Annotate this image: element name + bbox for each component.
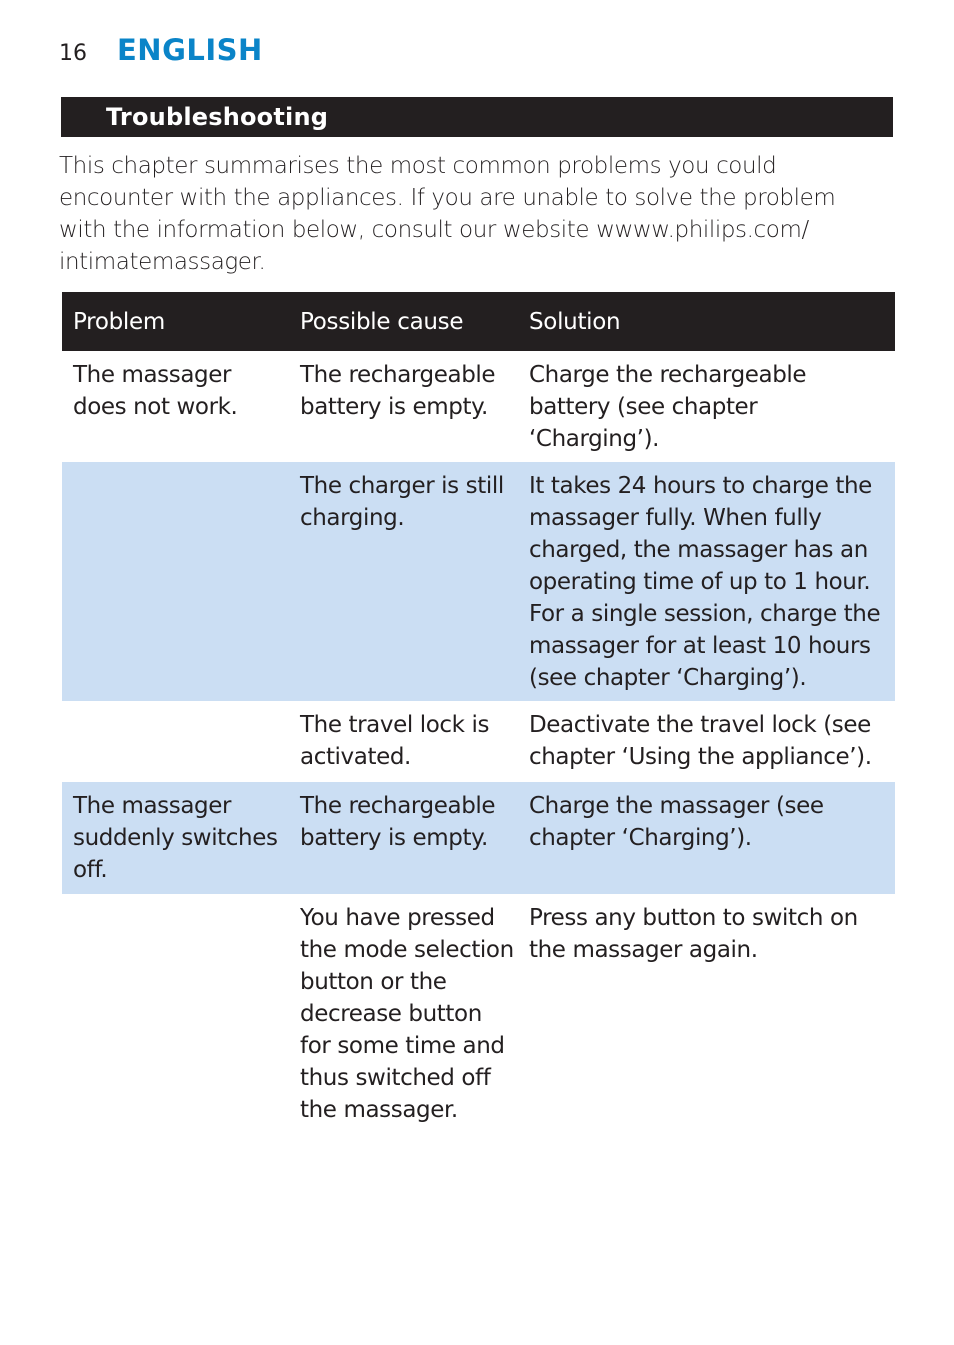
intro-paragraph: This chapter summarises the most common … [59, 153, 836, 275]
solution-cell: Deactivate the travel lock (see chapter … [529, 712, 872, 770]
language-heading: ENGLISH [117, 33, 263, 67]
problem-cell [62, 462, 288, 701]
solution-cell: Charge the massager (see chapter ‘Chargi… [529, 793, 824, 851]
table-row: The travel lock is activated. Deactivate… [62, 701, 895, 782]
problem-cell [62, 701, 288, 782]
cause-cell: You have pressed the mode selection butt… [300, 905, 514, 1123]
table-row: You have pressed the mode selection butt… [62, 894, 895, 1174]
cause-cell: The rechargeable battery is empty. [300, 793, 496, 851]
table-row: The massager does not work. The recharge… [62, 351, 895, 462]
problem-cell [62, 894, 288, 1174]
cause-cell: The rechargeable battery is empty. [300, 362, 496, 420]
cause-cell: The charger is still charging. [300, 473, 504, 531]
page-number: 16 [59, 41, 87, 66]
table-row: The massager suddenly switches off. The … [62, 782, 895, 894]
column-header-cause: Possible cause [300, 308, 464, 335]
table-header: Problem Possible cause Solution [62, 292, 895, 351]
table-row: The charger is still charging. It takes … [62, 462, 895, 701]
problem-cell: The massager suddenly switches off. [73, 793, 278, 883]
solution-cell: Charge the rechargeable battery (see cha… [529, 362, 807, 452]
page-header: 16 ENGLISH [59, 33, 263, 73]
problem-cell: The massager does not work. [73, 362, 238, 420]
solution-cell: It takes 24 hours to charge the massager… [529, 473, 881, 691]
troubleshooting-table: Problem Possible cause Solution The mass… [62, 292, 895, 1174]
cause-cell: The travel lock is activated. [300, 712, 490, 770]
section-title: Troubleshooting [106, 103, 329, 131]
solution-cell: Press any button to switch on the massag… [529, 905, 858, 963]
column-header-solution: Solution [529, 308, 621, 335]
column-header-problem: Problem [73, 308, 165, 335]
section-title-bar: Troubleshooting [61, 97, 893, 137]
